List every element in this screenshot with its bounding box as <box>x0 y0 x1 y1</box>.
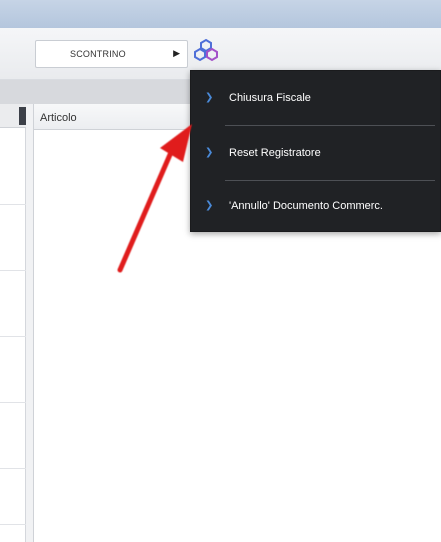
menu-item-annullo-documento[interactable]: ❯ 'Annullo' Documento Commerc. <box>191 179 441 233</box>
left-panel <box>0 104 26 542</box>
column-header-articolo[interactable]: Articolo <box>40 112 77 124</box>
document-type-select[interactable]: SCONTRINO ▶ <box>35 40 188 68</box>
row-divider <box>0 336 26 337</box>
chevron-right-icon: ❯ <box>205 147 214 158</box>
menu-item-label: 'Annullo' Documento Commerc. <box>229 200 383 212</box>
fiscal-actions-menu: ❯ Chiusura Fiscale ❯ Reset Registratore … <box>190 70 441 232</box>
row-divider <box>0 468 26 469</box>
menu-item-label: Chiusura Fiscale <box>229 92 311 104</box>
screen: SCONTRINO ▶ Articolo ❯ Chiusura Fiscale … <box>0 0 441 542</box>
chevron-right-icon: ❯ <box>205 92 214 103</box>
menu-item-chiusura-fiscale[interactable]: ❯ Chiusura Fiscale <box>191 71 441 125</box>
menu-item-reset-registratore[interactable]: ❯ Reset Registratore <box>191 126 441 180</box>
row-divider <box>0 524 26 525</box>
fiscal-actions-button[interactable] <box>193 38 219 64</box>
menu-item-label: Reset Registratore <box>229 147 321 159</box>
row-divider <box>0 204 26 205</box>
chevron-right-icon: ❯ <box>205 200 214 211</box>
row-divider <box>0 270 26 271</box>
triangle-right-icon: ▶ <box>173 48 180 58</box>
cubes-icon <box>194 38 218 62</box>
window-title-strip <box>0 0 441 28</box>
document-type-value: SCONTRINO <box>70 49 126 59</box>
left-panel-header <box>0 104 26 128</box>
row-divider <box>0 402 26 403</box>
